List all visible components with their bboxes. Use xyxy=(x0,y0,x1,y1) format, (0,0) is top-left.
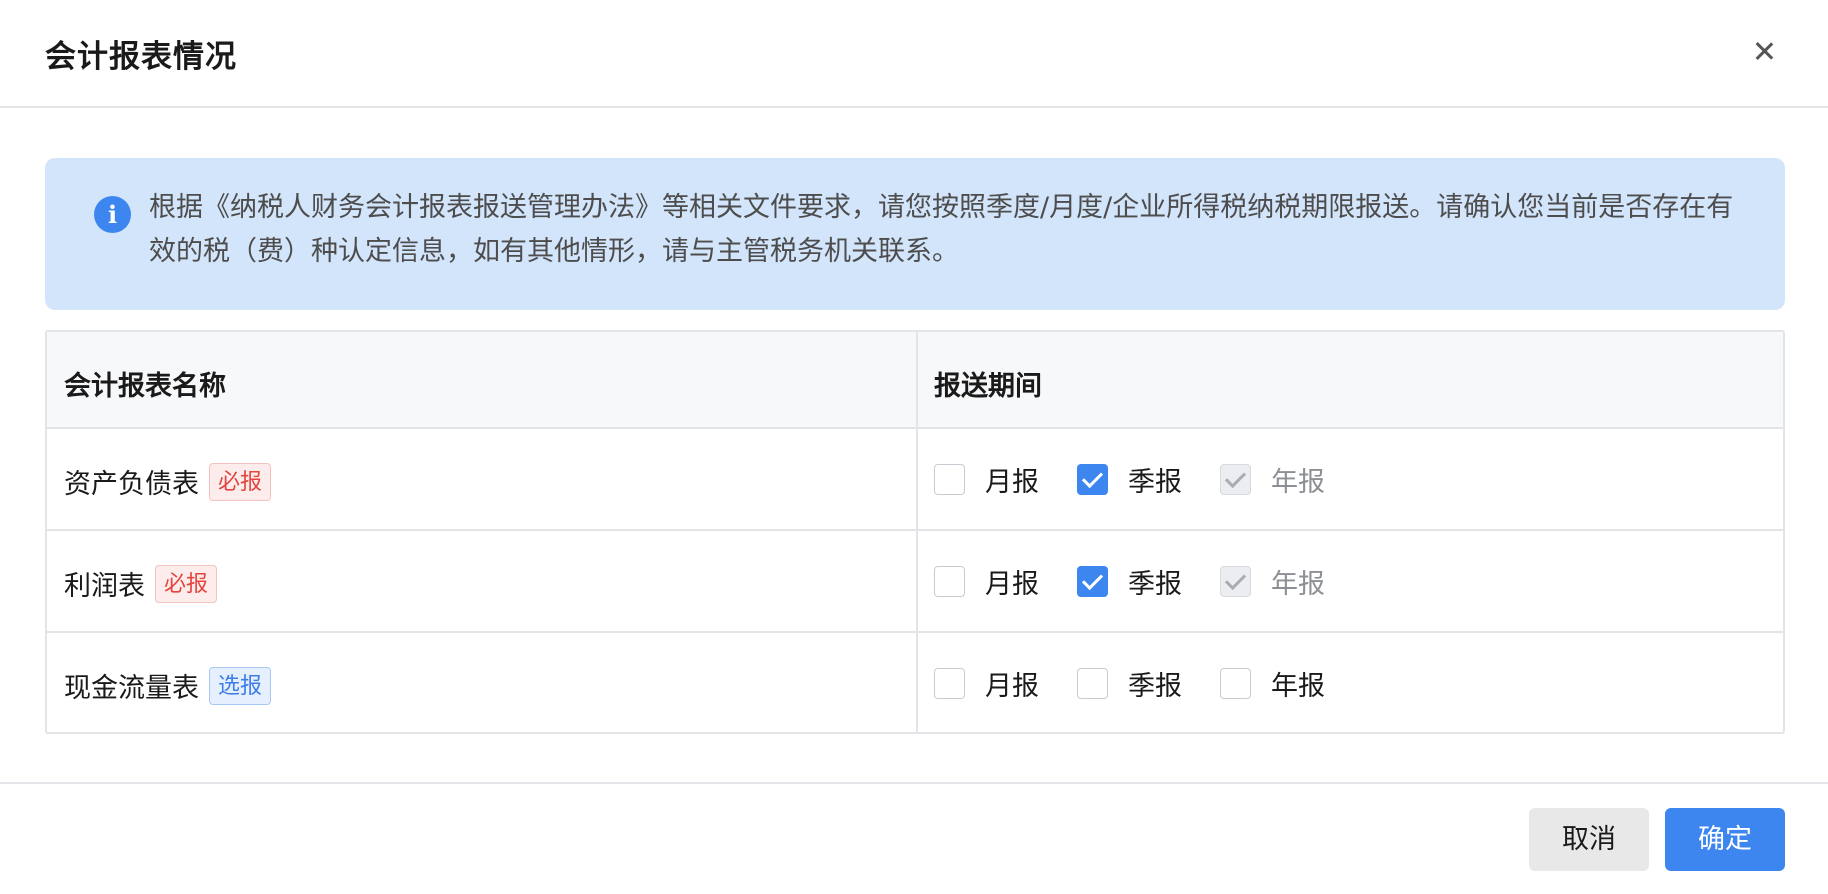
checkbox-annual xyxy=(1220,566,1251,597)
report-name-cell: 利润表 必报 xyxy=(64,564,218,603)
close-icon[interactable] xyxy=(1746,33,1782,69)
header-period: 报送期间 xyxy=(934,371,1042,402)
option-annual[interactable]: 年报 xyxy=(1220,664,1325,703)
dialog-header: 会计报表情况 xyxy=(0,0,1828,108)
option-label: 季报 xyxy=(1128,467,1182,498)
option-monthly[interactable]: 月报 xyxy=(934,664,1039,703)
table-row: 利润表 必报 月报 季报 年报 xyxy=(47,531,1783,633)
checkbox-quarterly[interactable] xyxy=(1077,464,1108,495)
option-monthly[interactable]: 月报 xyxy=(934,562,1039,601)
report-name: 利润表 xyxy=(64,571,145,602)
option-quarterly[interactable]: 季报 xyxy=(1077,562,1182,601)
option-quarterly[interactable]: 季报 xyxy=(1077,664,1182,703)
table-row: 现金流量表 选报 月报 季报 年报 xyxy=(47,633,1783,735)
checkbox-monthly[interactable] xyxy=(934,566,965,597)
required-badge: 必报 xyxy=(209,462,272,501)
report-name: 资产负债表 xyxy=(64,469,199,500)
option-monthly[interactable]: 月报 xyxy=(934,460,1039,499)
option-quarterly[interactable]: 季报 xyxy=(1077,460,1182,499)
optional-badge: 选报 xyxy=(209,666,272,705)
table-header-row: 会计报表名称 报送期间 xyxy=(47,332,1783,429)
checkbox-quarterly[interactable] xyxy=(1077,566,1108,597)
report-name: 现金流量表 xyxy=(64,673,199,704)
dialog-footer: 取消 确定 xyxy=(0,782,1828,894)
option-label: 年报 xyxy=(1271,671,1325,702)
info-icon: i xyxy=(94,196,131,233)
option-label: 年报 xyxy=(1271,569,1325,600)
option-label: 月报 xyxy=(985,569,1039,600)
option-label: 季报 xyxy=(1128,671,1182,702)
checkbox-monthly[interactable] xyxy=(934,668,965,699)
period-options: 月报 季报 年报 xyxy=(934,460,1363,499)
checkbox-annual[interactable] xyxy=(1220,668,1251,699)
notice-text: 根据《纳税人财务会计报表报送管理办法》等相关文件要求，请您按照季度/月度/企业所… xyxy=(149,192,1734,267)
report-name-cell: 资产负债表 必报 xyxy=(64,462,272,501)
report-table: 会计报表名称 报送期间 资产负债表 必报 月报 季报 年报 利润表 必报 月报 … xyxy=(45,330,1785,734)
required-badge: 必报 xyxy=(155,564,218,603)
option-label: 年报 xyxy=(1271,467,1325,498)
confirm-button[interactable]: 确定 xyxy=(1665,808,1785,871)
period-options: 月报 季报 年报 xyxy=(934,562,1363,601)
checkbox-quarterly[interactable] xyxy=(1077,668,1108,699)
cancel-button[interactable]: 取消 xyxy=(1529,808,1649,871)
option-label: 季报 xyxy=(1128,569,1182,600)
column-divider xyxy=(916,332,918,732)
option-label: 月报 xyxy=(985,467,1039,498)
notice-banner: i 根据《纳税人财务会计报表报送管理办法》等相关文件要求，请您按照季度/月度/企… xyxy=(45,158,1785,310)
header-report-name: 会计报表名称 xyxy=(64,371,226,402)
checkbox-monthly[interactable] xyxy=(934,464,965,495)
option-annual: 年报 xyxy=(1220,562,1325,601)
option-label: 月报 xyxy=(985,671,1039,702)
report-name-cell: 现金流量表 选报 xyxy=(64,666,272,705)
report-dialog: 会计报表情况 i 根据《纳税人财务会计报表报送管理办法》等相关文件要求，请您按照… xyxy=(0,0,1828,894)
table-row: 资产负债表 必报 月报 季报 年报 xyxy=(47,429,1783,531)
checkbox-annual xyxy=(1220,464,1251,495)
option-annual: 年报 xyxy=(1220,460,1325,499)
period-options: 月报 季报 年报 xyxy=(934,664,1363,703)
dialog-title: 会计报表情况 xyxy=(45,39,237,75)
